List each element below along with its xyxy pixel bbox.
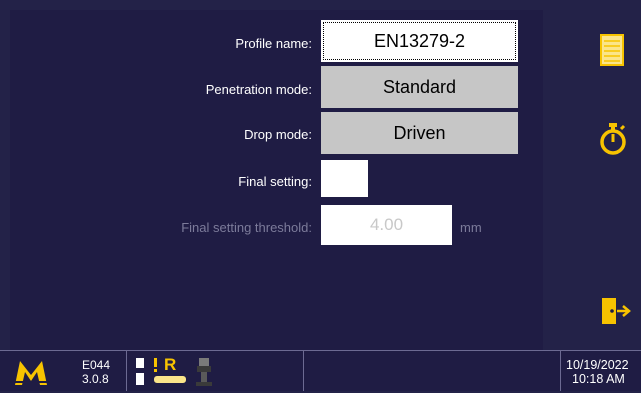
final-setting-checkbox[interactable] <box>321 160 368 197</box>
probe-icon <box>193 356 215 388</box>
drop-mode-label: Drop mode: <box>244 127 312 142</box>
side-toolbar <box>543 10 641 350</box>
status-divider <box>560 351 561 391</box>
status-time: 10:18 AM <box>572 372 625 386</box>
profile-name-field[interactable]: EN13279-2 <box>321 20 518 62</box>
cell-status-icon <box>134 356 146 386</box>
final-setting-threshold-label: Final setting threshold: <box>181 220 312 235</box>
device-code: E044 <box>82 358 111 372</box>
stopwatch-icon[interactable] <box>599 122 627 156</box>
threshold-unit: mm <box>460 220 482 235</box>
status-date: 10/19/2022 <box>566 358 629 372</box>
firmware-version: 3.0.8 <box>82 372 109 386</box>
profile-name-label: Profile name: <box>235 36 312 51</box>
notepad-icon[interactable] <box>600 34 624 66</box>
exit-door-icon[interactable] <box>601 297 633 325</box>
penetration-mode-label: Penetration mode: <box>205 82 312 97</box>
status-divider <box>303 351 304 391</box>
drop-mode-select[interactable]: Driven <box>321 112 518 154</box>
final-setting-label: Final setting: <box>238 174 312 189</box>
brand-logo <box>14 357 48 387</box>
penetration-mode-select[interactable]: Standard <box>321 66 518 108</box>
mode-letter: R <box>164 355 177 374</box>
status-divider <box>126 351 127 391</box>
settings-panel: Profile name: EN13279-2 Penetration mode… <box>10 10 543 350</box>
final-setting-threshold-input: 4.00 <box>321 205 452 245</box>
status-bar: E044 3.0.8 R 10/19/2022 10:18 AM <box>0 350 641 391</box>
mode-r-indicator: R <box>152 355 188 386</box>
